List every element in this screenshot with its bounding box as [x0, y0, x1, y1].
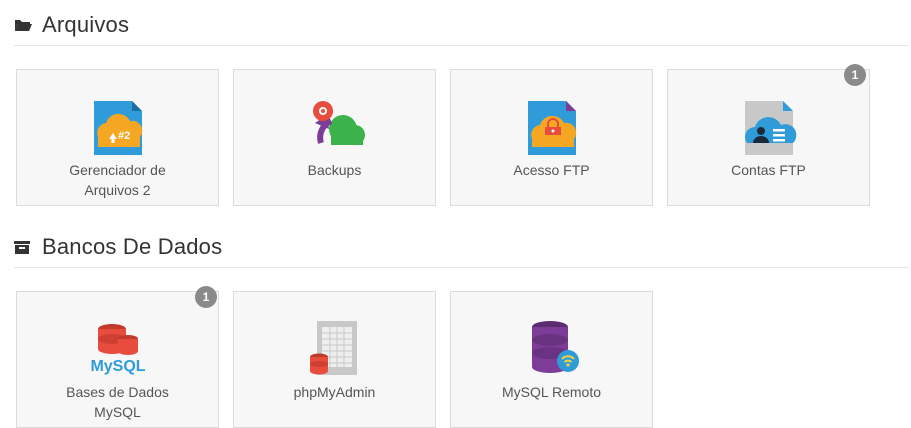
svg-text:#2: #2 — [118, 130, 130, 142]
tile-label: Contas FTP — [731, 162, 806, 178]
archive-icon — [14, 240, 32, 254]
mysql-databases-icon: MySQL — [78, 319, 158, 379]
remote-mysql-icon — [512, 319, 592, 379]
phpmyadmin-icon — [295, 319, 375, 379]
ftp-access-icon — [512, 97, 592, 157]
notification-badge: 1 — [844, 64, 866, 86]
tile-mysql-databases[interactable]: MySQL Bases de Dados MySQL — [16, 291, 219, 428]
svg-text:MySQL: MySQL — [90, 358, 145, 375]
file-manager-icon: #2 — [78, 97, 158, 157]
ftp-accounts-icon — [729, 97, 809, 157]
tile-label: Backups — [307, 162, 362, 178]
section-divider — [14, 45, 909, 46]
section-header-arquivos: Arquivos — [14, 12, 129, 38]
section-title: Arquivos — [42, 12, 130, 37]
tile-label: Gerenciador de Arquivos 2 — [69, 162, 166, 198]
tile-remote-mysql[interactable]: MySQL Remoto — [450, 291, 653, 428]
section-divider — [14, 267, 909, 268]
tile-ftp-accounts[interactable]: Contas FTP — [667, 69, 870, 206]
notification-badge: 1 — [195, 286, 217, 308]
tile-phpmyadmin[interactable]: phpMyAdmin — [233, 291, 436, 428]
tile-ftp-access[interactable]: Acesso FTP — [450, 69, 653, 206]
tile-label: Acesso FTP — [513, 162, 590, 178]
backup-icon — [295, 97, 375, 157]
section-title: Bancos De Dados — [42, 234, 223, 259]
tile-file-manager[interactable]: #2 Gerenciador de Arquivos 2 — [16, 69, 219, 206]
tile-label: MySQL Remoto — [501, 384, 602, 400]
tile-backups[interactable]: Backups — [233, 69, 436, 206]
folder-open-icon — [14, 18, 32, 32]
tile-label: phpMyAdmin — [293, 384, 376, 400]
section-header-bancos-de-dados: Bancos De Dados — [14, 234, 222, 260]
tile-label: Bases de Dados MySQL — [66, 384, 169, 420]
